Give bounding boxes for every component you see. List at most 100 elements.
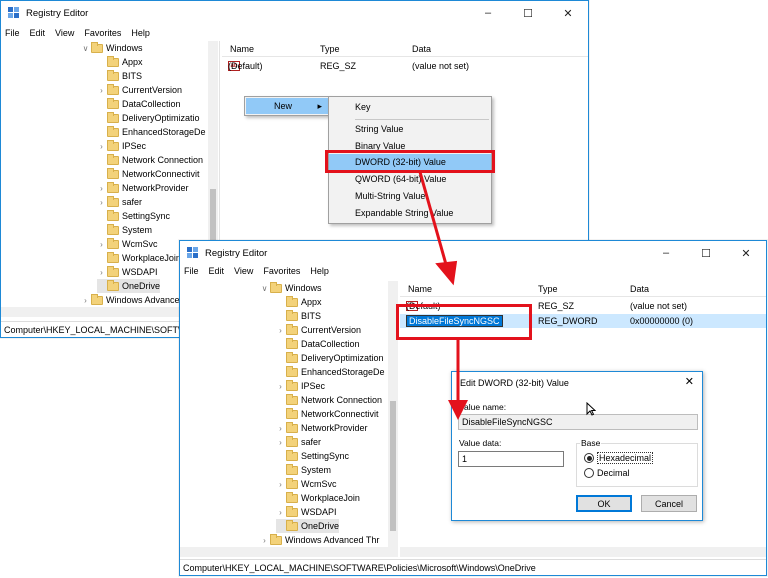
submenu-multistring-value[interactable]: Multi-String Value xyxy=(329,188,491,204)
minimize-button[interactable]: – xyxy=(646,241,686,265)
status-bar: Computer\HKEY_LOCAL_MACHINE\SOFTWARE\Pol… xyxy=(180,559,766,575)
maximize-button[interactable]: ☐ xyxy=(686,241,726,265)
tree-item[interactable]: Appx xyxy=(97,55,143,69)
tree-item[interactable]: › CurrentVersion xyxy=(97,83,182,97)
col-type[interactable]: Type xyxy=(538,284,558,294)
ok-button[interactable]: OK xyxy=(576,495,632,512)
folder-icon xyxy=(286,337,298,349)
tree-item[interactable]: NetworkConnectivit xyxy=(276,407,379,421)
front-titlebar[interactable]: Registry Editor – ☐ ✕ xyxy=(180,241,766,265)
submenu-expandable-string-value[interactable]: Expandable String Value xyxy=(329,205,491,221)
tree-item[interactable]: › safer xyxy=(276,435,321,449)
tree-item[interactable]: › IPSec xyxy=(276,379,325,393)
tree-item[interactable]: SettingSync xyxy=(97,209,170,223)
tree-item[interactable]: SettingSync xyxy=(276,449,349,463)
tree-item[interactable]: WorkplaceJoin xyxy=(97,251,181,265)
submenu-key[interactable]: Key xyxy=(329,99,491,115)
menu-edit[interactable]: Edit xyxy=(30,28,46,38)
menubar: File Edit View Favorites Help xyxy=(1,25,588,41)
col-data[interactable]: Data xyxy=(412,44,431,54)
chevron-right-icon[interactable]: › xyxy=(97,86,106,95)
tree-hscroll[interactable] xyxy=(180,547,398,557)
tree-item[interactable]: NetworkConnectivit xyxy=(97,167,200,181)
tree-item[interactable]: › IPSec xyxy=(97,139,146,153)
cancel-button[interactable]: Cancel xyxy=(641,495,697,512)
close-button[interactable]: ✕ xyxy=(726,241,766,265)
menu-help[interactable]: Help xyxy=(310,266,329,276)
chevron-right-icon[interactable]: › xyxy=(276,326,285,335)
col-data[interactable]: Data xyxy=(630,284,649,294)
submenu-string-value[interactable]: String Value xyxy=(329,121,491,137)
tree-item[interactable]: › WcmSvc xyxy=(276,477,337,491)
tree-item[interactable]: System xyxy=(97,223,152,237)
folder-icon xyxy=(286,379,298,391)
chevron-down-icon[interactable]: ∨ xyxy=(260,284,269,293)
submenu-qword-value[interactable]: QWORD (64-bit) Value xyxy=(329,171,491,187)
tree-item[interactable]: BITS xyxy=(97,69,142,83)
menu-view[interactable]: View xyxy=(55,28,74,38)
tree-item[interactable]: DeliveryOptimizatio xyxy=(97,111,200,125)
chevron-right-icon[interactable]: › xyxy=(276,424,285,433)
chevron-right-icon[interactable]: › xyxy=(260,536,269,545)
tree-item-selected[interactable]: OneDrive xyxy=(276,519,340,533)
chevron-down-icon[interactable]: ∨ xyxy=(81,44,90,53)
radio-decimal[interactable]: Decimal xyxy=(584,468,630,478)
chevron-right-icon[interactable]: › xyxy=(276,480,285,489)
list-hscroll[interactable] xyxy=(400,547,766,557)
tree-item[interactable]: › safer xyxy=(97,195,142,209)
tree-item[interactable]: WorkplaceJoin xyxy=(276,491,360,505)
tree-item[interactable]: DeliveryOptimization xyxy=(276,351,384,365)
tree-item[interactable]: › Windows Advance xyxy=(81,293,180,307)
menu-view[interactable]: View xyxy=(234,266,253,276)
menu-favorites[interactable]: Favorites xyxy=(263,266,300,276)
tree-item[interactable]: › NetworkProvider xyxy=(97,181,189,195)
tree-item[interactable]: › NetworkProvider xyxy=(276,421,368,435)
tree-item[interactable]: DataCollection xyxy=(276,337,360,351)
chevron-right-icon[interactable]: › xyxy=(97,142,106,151)
chevron-right-icon[interactable]: › xyxy=(97,268,106,277)
menu-edit[interactable]: Edit xyxy=(209,266,225,276)
tree-item[interactable]: EnhancedStorageDe xyxy=(276,365,385,379)
tree-item[interactable]: DataCollection xyxy=(97,97,181,111)
folder-icon xyxy=(286,505,298,517)
tree-item[interactable]: System xyxy=(276,463,331,477)
tree-item[interactable]: Appx xyxy=(276,295,322,309)
maximize-button[interactable]: ☐ xyxy=(508,1,548,25)
menu-help[interactable]: Help xyxy=(131,28,150,38)
tree-item[interactable]: › WSDAPI xyxy=(276,505,337,519)
minimize-button[interactable]: – xyxy=(468,1,508,25)
col-type[interactable]: Type xyxy=(320,44,340,54)
tree-item-selected[interactable]: OneDrive xyxy=(97,279,161,293)
tree-item[interactable]: EnhancedStorageDe xyxy=(97,125,206,139)
tree-item[interactable]: Network Connection xyxy=(276,393,382,407)
menu-favorites[interactable]: Favorites xyxy=(84,28,121,38)
radio-hexadecimal[interactable]: Hexadecimal xyxy=(584,452,654,464)
tree-item[interactable]: Network Connection xyxy=(97,153,203,167)
col-name[interactable]: Name xyxy=(230,44,254,54)
tree-item[interactable]: ∨ Windows xyxy=(260,281,322,295)
folder-icon xyxy=(286,463,298,475)
col-name[interactable]: Name xyxy=(408,284,432,294)
tree-item[interactable]: ∨ Windows xyxy=(81,41,143,55)
menu-item-new[interactable]: New ▸ xyxy=(246,98,328,114)
menu-file[interactable]: File xyxy=(5,28,20,38)
tree-item[interactable]: › WSDAPI xyxy=(97,265,158,279)
close-button[interactable]: ✕ xyxy=(548,1,588,25)
close-icon[interactable]: ✕ xyxy=(685,375,694,388)
tree-item[interactable]: › WcmSvc xyxy=(97,237,158,251)
menu-file[interactable]: File xyxy=(184,266,199,276)
tree-item[interactable]: BITS xyxy=(276,309,321,323)
chevron-right-icon[interactable]: › xyxy=(97,240,106,249)
tree-item[interactable]: › CurrentVersion xyxy=(276,323,361,337)
chevron-right-icon[interactable]: › xyxy=(97,198,106,207)
value-row[interactable]: ab (Default) REG_SZ (value not set) xyxy=(222,59,588,73)
value-name-field[interactable]: DisableFileSyncNGSC xyxy=(458,414,698,430)
chevron-right-icon[interactable]: › xyxy=(276,438,285,447)
chevron-right-icon[interactable]: › xyxy=(81,296,90,305)
chevron-right-icon[interactable]: › xyxy=(276,382,285,391)
back-titlebar[interactable]: Registry Editor – ☐ ✕ xyxy=(1,1,588,25)
chevron-right-icon[interactable]: › xyxy=(97,184,106,193)
value-data-field[interactable]: 1 xyxy=(458,451,564,467)
chevron-right-icon[interactable]: › xyxy=(276,508,285,517)
tree-item[interactable]: › Windows Advanced Thr xyxy=(260,533,379,547)
